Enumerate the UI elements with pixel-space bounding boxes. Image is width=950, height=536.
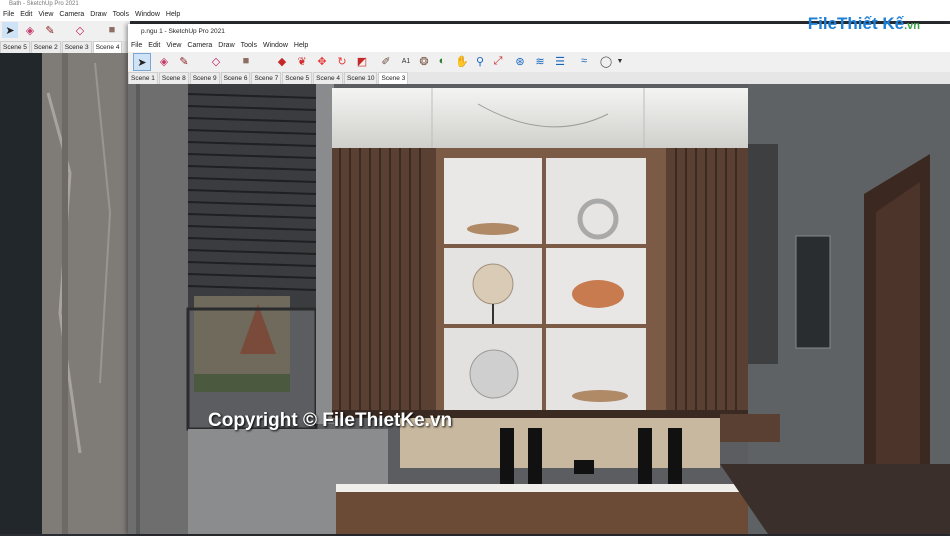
tape-measure-icon[interactable]: ✐	[378, 53, 394, 69]
tab-scene-6[interactable]: Scene 6	[220, 72, 251, 84]
select-icon[interactable]: ➤	[2, 22, 18, 38]
menu-draw[interactable]: Draw	[215, 40, 237, 52]
menu-bar: File Edit View Camera Draw Tools Window Help	[128, 40, 950, 52]
scale-icon[interactable]: ◩	[354, 53, 370, 69]
orbit-icon[interactable]: ◐	[434, 53, 450, 69]
menu-file[interactable]: File	[128, 40, 145, 52]
background-scene-tabs: Scene 5 Scene 2 Scene 3 Scene 4	[0, 41, 130, 53]
toolbar: ➤ ◈ ✎ ◇ ■ ◆ ❦ ✥ ↻ ◩ ✐ A1 ❂ ◐ ✋ ⚲ ⤢ ⊛ ≋ ☰…	[128, 52, 950, 73]
chevron-down-icon[interactable]: ▼	[612, 53, 628, 69]
select-icon[interactable]: ➤	[133, 53, 151, 71]
bg-menu-help[interactable]: Help	[163, 9, 183, 21]
bg-menu-file[interactable]: File	[0, 9, 17, 21]
tab-scene-10[interactable]: Scene 10	[344, 72, 378, 84]
tab-scene-5[interactable]: Scene 5	[282, 72, 313, 84]
menu-view[interactable]: View	[163, 40, 184, 52]
interior-render	[128, 84, 950, 534]
menu-tools[interactable]: Tools	[238, 40, 260, 52]
background-window-title: Bath - SketchUp Pro 2021	[0, 0, 950, 9]
bg-tab-scene-3[interactable]: Scene 3	[61, 41, 92, 53]
zoom-icon[interactable]: ⚲	[472, 53, 488, 69]
eraser-icon[interactable]: ◈	[156, 53, 172, 69]
warehouse-icon[interactable]: ⊛	[512, 53, 528, 69]
background-toolbar: ➤ ◈ ✎ ◇ ■	[0, 21, 130, 41]
bg-menu-camera[interactable]: Camera	[56, 9, 87, 21]
push-pull-icon[interactable]: ◆	[274, 53, 290, 69]
brand-thietke: Thiết Kế	[837, 14, 905, 33]
sketchup-window: p.ngu 1 - SketchUp Pro 2021 File Edit View…	[128, 24, 950, 534]
viewport[interactable]	[128, 84, 950, 534]
tab-scene-3[interactable]: Scene 3	[378, 72, 409, 84]
bg-tab-scene-4[interactable]: Scene 4	[92, 41, 123, 53]
tab-scene-1[interactable]: Scene 1	[128, 72, 158, 84]
brand-logo: FileThiết Kế.vn	[808, 14, 920, 34]
menu-help[interactable]: Help	[291, 40, 311, 52]
tab-scene-7[interactable]: Scene 7	[251, 72, 282, 84]
pencil-icon[interactable]: ✎	[176, 53, 192, 69]
brand-domain: .vn	[904, 20, 920, 32]
shape-icon[interactable]: ◇	[208, 53, 224, 69]
bg-tab-scene-2[interactable]: Scene 2	[30, 41, 61, 53]
bg-menu-window[interactable]: Window	[132, 9, 163, 21]
background-viewport[interactable]	[0, 53, 130, 534]
brand-file: File	[807, 14, 838, 33]
bg-menu-edit[interactable]: Edit	[17, 9, 35, 21]
eraser-icon[interactable]: ◈	[22, 22, 38, 38]
copyright-watermark: Copyright © FileThietKe.vn	[208, 410, 453, 431]
menu-window[interactable]: Window	[260, 40, 291, 52]
scene-tabs: Scene 1 Scene 8 Scene 9 Scene 6 Scene 7 Scene…	[128, 72, 950, 84]
extension-icon[interactable]: ≋	[532, 53, 548, 69]
bg-menu-view[interactable]: View	[35, 9, 56, 21]
tab-scene-8[interactable]: Scene 8	[158, 72, 189, 84]
follow-me-icon[interactable]: ❦	[294, 53, 310, 69]
bg-menu-draw[interactable]: Draw	[87, 9, 109, 21]
bg-tab-scene-5[interactable]: Scene 5	[0, 41, 30, 53]
bg-menu-tools[interactable]: Tools	[110, 9, 132, 21]
background-render	[0, 53, 130, 534]
pencil-icon[interactable]: ✎	[42, 22, 58, 38]
paint-bucket-icon[interactable]: ■	[238, 53, 254, 69]
tab-scene-9[interactable]: Scene 9	[189, 72, 220, 84]
zoom-extents-icon[interactable]: ⤢	[490, 53, 506, 69]
menu-edit[interactable]: Edit	[145, 40, 163, 52]
move-icon[interactable]: ✥	[314, 53, 330, 69]
paint-bucket-icon[interactable]: ■	[104, 22, 120, 38]
rotate-icon[interactable]: ↻	[334, 53, 350, 69]
pan-icon[interactable]: ✋	[454, 53, 470, 69]
menu-camera[interactable]: Camera	[184, 40, 215, 52]
text-icon[interactable]: A1	[398, 53, 414, 69]
shape-icon[interactable]: ◇	[72, 22, 88, 38]
paint-icon[interactable]: ❂	[416, 53, 432, 69]
sandbox-icon[interactable]: ≈	[576, 53, 592, 69]
tab-scene-4[interactable]: Scene 4	[313, 72, 344, 84]
layers-icon[interactable]: ☰	[552, 53, 568, 69]
